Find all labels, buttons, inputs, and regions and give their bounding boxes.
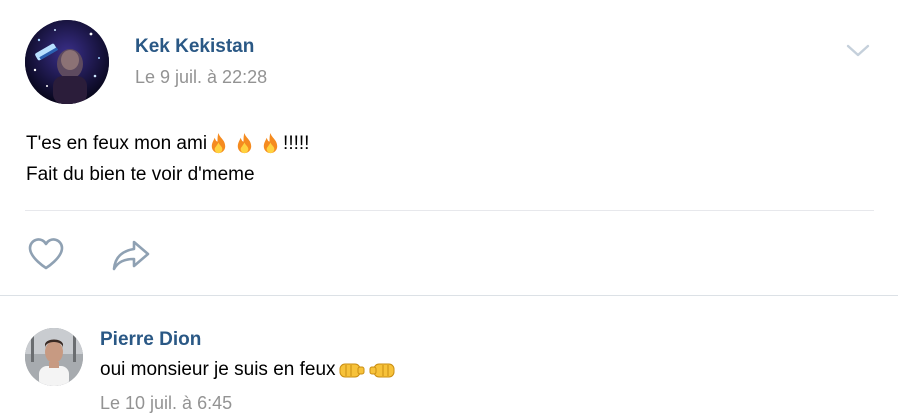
comment-text: oui monsieur je suis en feux [100,359,396,381]
post-author-avatar[interactable] [25,20,109,104]
comment-author-avatar[interactable] [25,328,83,386]
post-text-exclamations: !!!!! [283,133,310,154]
fire-icon [237,132,252,154]
heart-icon[interactable] [26,236,66,272]
fire-icon [211,132,226,154]
post-date[interactable]: Le 9 juil. à 22:28 [135,67,267,88]
comment-date[interactable]: Le 10 juil. à 6:45 [100,393,232,414]
post-text-main: T'es en feux mon ami [26,133,208,154]
left-fist-icon [339,363,365,378]
wall-post: Kek Kekistan Le 9 juil. à 22:28 T'es en … [0,0,898,296]
post-author-name[interactable]: Kek Kekistan [135,36,254,58]
post-text-line-1: T'es en feux mon ami !!!!! [26,128,309,159]
avatar-image [25,328,83,386]
avatar-image [25,20,109,104]
comment-author-name[interactable]: Pierre Dion [100,329,201,351]
right-fist-icon [369,363,395,378]
chevron-down-icon[interactable] [844,40,872,60]
comment-text-main: oui monsieur je suis en feux [100,359,336,380]
fire-icon [263,132,278,154]
post-divider [25,210,874,211]
post-text: T'es en feux mon ami !!!!! Fait du bien … [26,128,309,190]
comment-item: Pierre Dion oui monsieur je suis en feux… [0,296,898,419]
post-text-line-2: Fait du bien te voir d'meme [26,164,255,185]
share-arrow-icon[interactable] [110,238,152,272]
